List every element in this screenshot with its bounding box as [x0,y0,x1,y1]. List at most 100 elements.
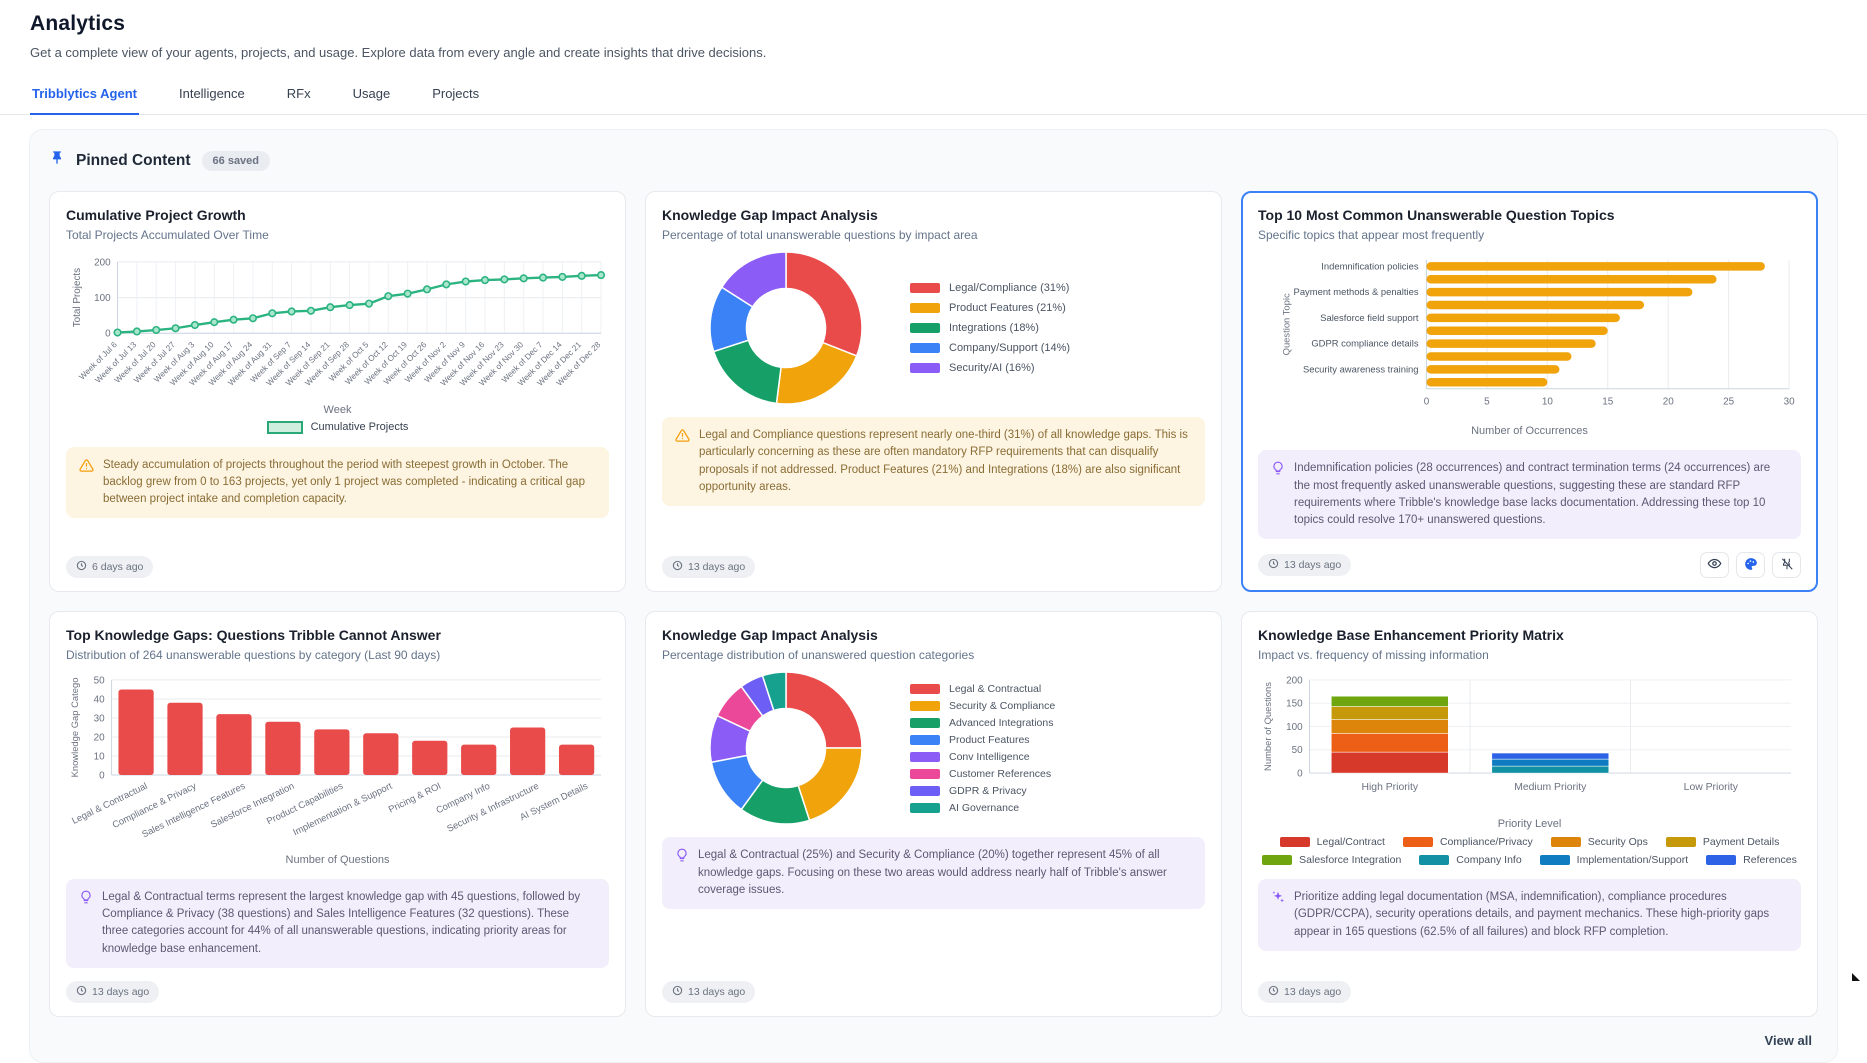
view-button[interactable] [1700,552,1729,578]
svg-text:25: 25 [1723,397,1735,408]
note-text: Prioritize adding legal documentation (M… [1294,889,1788,941]
note-text: Legal & Contractual (25%) and Security &… [698,847,1192,899]
page-header: Analytics Get a complete view of your ag… [0,0,1867,60]
tab-projects[interactable]: Projects [430,84,481,114]
svg-text:Medium Priority: Medium Priority [1514,782,1587,793]
unpin-button[interactable] [1772,552,1801,578]
svg-text:Pricing & ROI: Pricing & ROI [386,780,442,815]
saved-count-badge: 66 saved [202,151,270,171]
x-axis-label: Number of Questions [66,854,609,866]
card-subtitle: Distribution of 264 unanswerable questio… [66,648,609,662]
svg-text:Security & Infrastructure: Security & Infrastructure [445,780,541,834]
card-subtitle: Specific topics that appear most frequen… [1258,228,1801,242]
tab-intelligence[interactable]: Intelligence [177,84,247,114]
analysis-note: Legal & Contractual terms represent the … [66,879,609,968]
timestamp-badge: 13 days ago [662,981,755,1003]
stacked-bar-chart: 050100150200High PriorityMedium Priority… [1258,672,1801,866]
chart-legend: Cumulative Projects [66,421,609,434]
svg-text:100: 100 [1286,722,1303,733]
card-priority-matrix[interactable]: Knowledge Base Enhancement Priority Matr… [1241,611,1818,1016]
card-knowledge-gap-impact-analysis[interactable]: Knowledge Gap Impact Analysis Percentage… [645,191,1222,592]
palette-button[interactable] [1736,552,1765,578]
svg-text:Salesforce Integration: Salesforce Integration [209,780,296,830]
lightbulb-icon [675,848,689,868]
svg-text:Question Topic: Question Topic [1281,293,1292,355]
svg-text:150: 150 [1286,699,1303,710]
chart-legend: Legal/ContractCompliance/PrivacySecurity… [1258,836,1801,848]
analysis-note: Prioritize adding legal documentation (M… [1258,879,1801,951]
card-top-unanswerable-question-topics[interactable]: Top 10 Most Common Unanswerable Question… [1241,191,1818,592]
clock-icon [76,560,87,574]
svg-text:Total Projects: Total Projects [72,268,83,327]
svg-text:30: 30 [1784,397,1796,408]
tab-usage[interactable]: Usage [351,84,393,114]
chart-legend: Legal/Compliance (31%)Product Features (… [910,282,1070,374]
clock-icon [1268,558,1279,572]
svg-text:10: 10 [94,752,106,763]
card-title: Knowledge Base Enhancement Priority Matr… [1258,627,1801,643]
x-axis-label: Priority Level [1258,818,1801,830]
vertical-bar-chart: 01020304050Legal & ContractualCompliance… [66,672,609,865]
pinned-content-panel: Pinned Content 66 saved Cumulative Proje… [29,129,1838,1063]
timestamp-badge: 13 days ago [1258,554,1351,576]
warning-icon [675,428,690,449]
palette-icon [1744,557,1758,574]
tab-tribblytics-agent[interactable]: Tribblytics Agent [30,84,139,115]
svg-text:Low Priority: Low Priority [1684,782,1739,793]
card-title: Knowledge Gap Impact Analysis [662,207,1205,223]
view-all-link[interactable]: View all [49,1033,1818,1048]
svg-text:0: 0 [99,771,105,782]
svg-text:GDPR compliance details: GDPR compliance details [1311,338,1418,349]
svg-text:Knowledge Gap Catego: Knowledge Gap Catego [69,678,80,778]
clock-icon [1268,985,1279,999]
pinned-content-header: Pinned Content 66 saved [49,150,1818,171]
svg-text:0: 0 [105,329,111,340]
pin-icon [49,150,65,171]
svg-text:5: 5 [1484,397,1490,408]
note-text: Legal and Compliance questions represent… [699,427,1192,496]
svg-text:Number of Questions: Number of Questions [1262,682,1273,771]
lightbulb-icon [1271,461,1285,481]
pinned-content-title: Pinned Content [76,152,191,170]
svg-text:10: 10 [1542,397,1554,408]
svg-text:40: 40 [94,695,106,706]
svg-text:Indemnification policies: Indemnification policies [1321,260,1419,271]
sparkles-icon [1271,890,1285,910]
card-actions [1700,552,1801,578]
page-title: Analytics [30,12,1837,36]
lightbulb-icon [79,890,93,910]
svg-text:200: 200 [1286,676,1303,687]
tab-bar: Tribblytics Agent Intelligence RFx Usage… [0,84,1867,115]
timestamp-badge: 13 days ago [66,981,159,1003]
x-axis-label: Number of Occurrences [1258,425,1801,437]
tab-rfx[interactable]: RFx [285,84,313,114]
svg-text:30: 30 [94,714,106,725]
svg-text:15: 15 [1602,397,1614,408]
pinned-cards-grid: Cumulative Project Growth Total Projects… [49,191,1818,1017]
card-cumulative-project-growth[interactable]: Cumulative Project Growth Total Projects… [49,191,626,592]
card-knowledge-gap-impact-analysis-2[interactable]: Knowledge Gap Impact Analysis Percentage… [645,611,1222,1016]
analysis-note: Indemnification policies (28 occurrences… [1258,450,1801,539]
horizontal-bar-chart: 051015202530Indemnification policiesPaym… [1258,252,1801,437]
warning-icon [79,458,94,479]
card-title: Top Knowledge Gaps: Questions Tribble Ca… [66,627,609,643]
chart-legend: Legal & ContractualSecurity & Compliance… [910,683,1055,814]
svg-text:0: 0 [1297,769,1303,780]
analysis-note: Legal & Contractual (25%) and Security &… [662,837,1205,909]
note-text: Indemnification policies (28 occurrences… [1294,460,1788,529]
chart-legend: Salesforce IntegrationCompany InfoImplem… [1258,854,1801,866]
donut-chart: Legal/Compliance (31%)Product Features (… [662,252,1205,404]
note-text: Steady accumulation of projects througho… [103,457,596,509]
card-title: Knowledge Gap Impact Analysis [662,627,1205,643]
line-chart: 0100200Total ProjectsWeek of Jul 6Week o… [66,252,609,434]
timestamp-badge: 13 days ago [1258,981,1351,1003]
timestamp-badge: 6 days ago [66,556,153,578]
eye-icon [1707,556,1722,574]
unpin-icon [1780,557,1794,574]
card-top-knowledge-gaps[interactable]: Top Knowledge Gaps: Questions Tribble Ca… [49,611,626,1016]
svg-text:Salesforce field support: Salesforce field support [1320,312,1419,323]
card-subtitle: Percentage distribution of unanswered qu… [662,648,1205,662]
svg-text:20: 20 [1663,397,1675,408]
note-text: Legal & Contractual terms represent the … [102,889,596,958]
clock-icon [672,560,683,574]
